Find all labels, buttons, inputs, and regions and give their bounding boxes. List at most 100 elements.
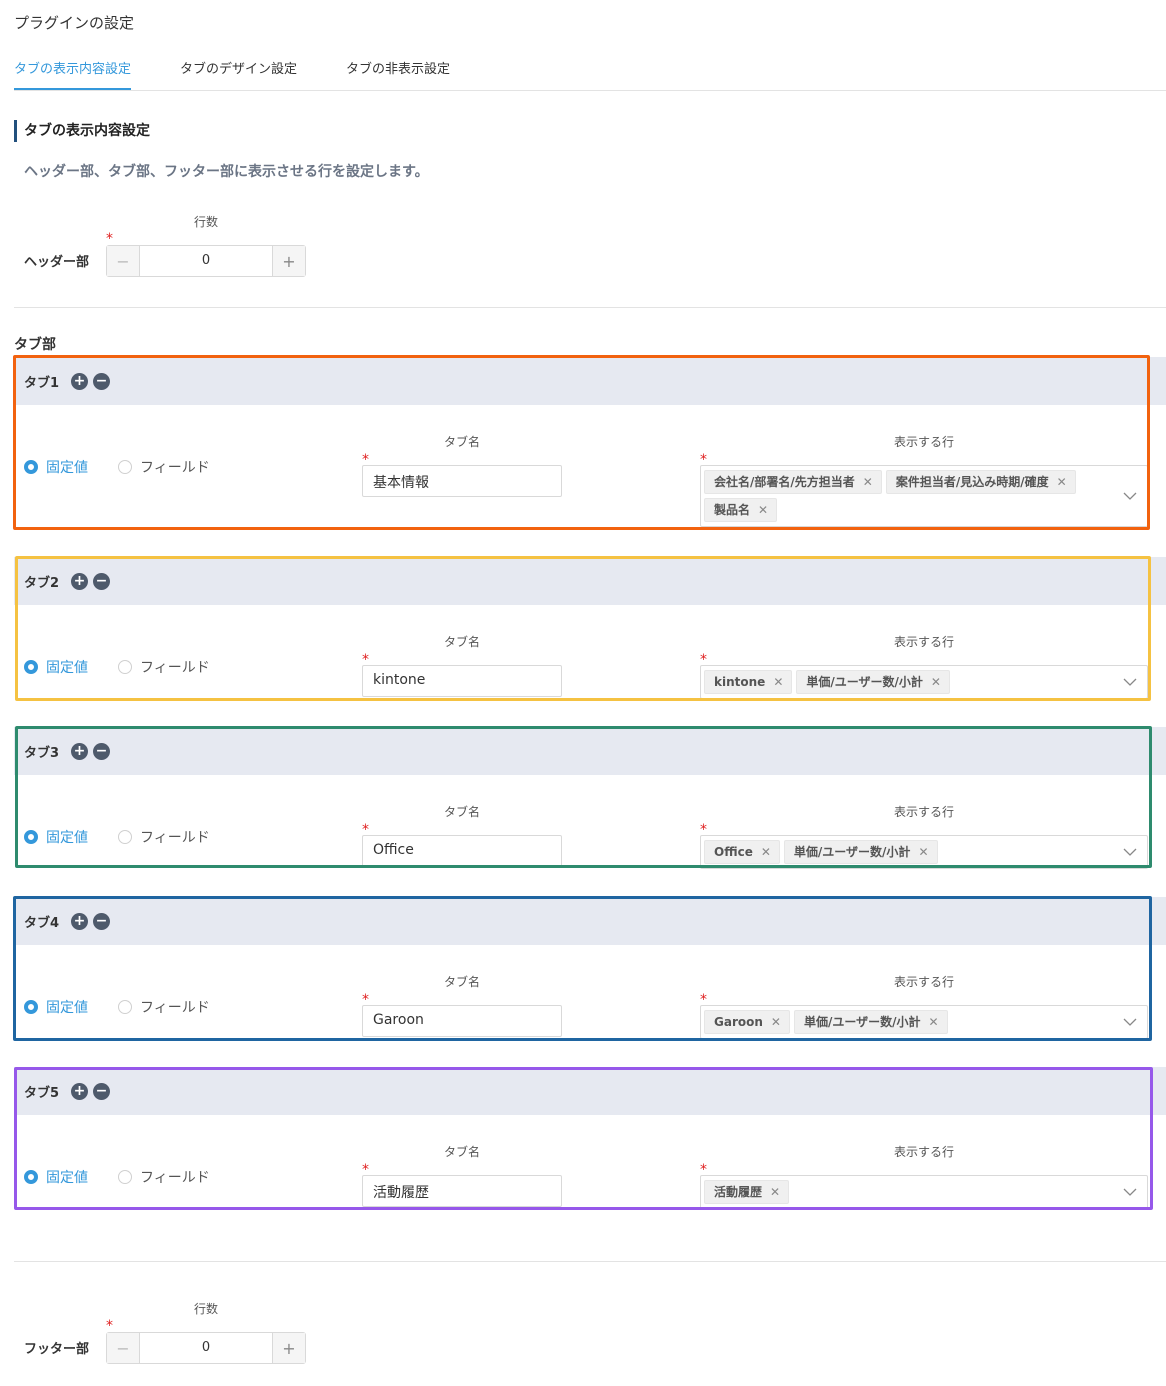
tab-card-title: タブ2 <box>24 576 60 591</box>
minus-circle-icon[interactable]: − <box>93 573 110 590</box>
chevron-down-icon[interactable] <box>1123 1015 1137 1029</box>
tab-design[interactable]: タブのデザイン設定 <box>180 60 297 90</box>
minus-circle-icon[interactable]: − <box>93 743 110 760</box>
chevron-down-icon[interactable] <box>1123 489 1137 503</box>
divider <box>14 307 1166 308</box>
footer-count-value[interactable]: 0 <box>140 1333 272 1363</box>
row-tag-label: kintone <box>714 675 766 689</box>
close-icon[interactable]: ✕ <box>773 671 783 693</box>
header-count-stepper: − 0 + <box>106 245 306 277</box>
display-rows-select[interactable]: 会社名/部署名/先方担当者 ✕ 案件担当者/見込み時期/確度 ✕ 製品名 ✕ <box>700 465 1148 527</box>
close-icon[interactable]: ✕ <box>761 841 771 863</box>
footer-part-label: フッター部 <box>24 1342 90 1357</box>
radio-label: 固定値 <box>46 460 88 476</box>
increment-button[interactable]: + <box>272 1333 305 1363</box>
tab-name-label: タブ名 <box>444 435 481 449</box>
radio-fixed-value[interactable]: 固定値 <box>24 457 88 477</box>
radio-fixed-value[interactable]: 固定値 <box>24 657 88 677</box>
radio-label: フィールド <box>140 660 210 676</box>
radio-field[interactable]: フィールド <box>118 827 210 847</box>
chevron-down-icon[interactable] <box>1123 845 1137 859</box>
header-count-label: 行数 <box>194 215 219 229</box>
plus-circle-icon[interactable]: + <box>71 573 88 590</box>
decrement-button[interactable]: − <box>107 246 140 276</box>
tab-name-label: タブ名 <box>444 975 481 989</box>
header-count-value[interactable]: 0 <box>140 246 272 276</box>
display-rows-select[interactable]: Garoon ✕ 単価/ユーザー数/小計 ✕ <box>700 1005 1148 1039</box>
radio-field[interactable]: フィールド <box>118 1167 210 1187</box>
row-tag: Garoon ✕ <box>704 1010 790 1034</box>
row-tag: 会社名/部署名/先方担当者 ✕ <box>704 470 882 494</box>
tab-card: タブ1 + − タブ名 表示する行 固定値 フィールド * 基本情報 * 会社名… <box>14 357 1166 529</box>
display-rows-select[interactable]: 活動履歴 ✕ <box>700 1175 1148 1209</box>
close-icon[interactable]: ✕ <box>1057 471 1067 493</box>
radio-label: 固定値 <box>46 660 88 676</box>
display-rows-select[interactable]: kintone ✕ 単価/ユーザー数/小計 ✕ <box>700 665 1148 699</box>
tab-card: タブ2 + − タブ名 表示する行 固定値 フィールド * kintone * … <box>14 557 1166 729</box>
display-rows-label: 表示する行 <box>894 635 955 649</box>
close-icon[interactable]: ✕ <box>770 1181 780 1203</box>
chevron-down-icon[interactable] <box>1123 675 1137 689</box>
radio-fixed-value[interactable]: 固定値 <box>24 1167 88 1187</box>
tab-name-input[interactable]: Office <box>362 835 562 867</box>
header-required-mark: * <box>106 231 113 247</box>
tab-hidden[interactable]: タブの非表示設定 <box>346 60 450 90</box>
radio-checked-icon <box>24 1000 38 1014</box>
radio-fixed-value[interactable]: 固定値 <box>24 997 88 1017</box>
display-rows-label: 表示する行 <box>894 1145 955 1159</box>
radio-label: フィールド <box>140 460 210 476</box>
plus-circle-icon[interactable]: + <box>71 373 88 390</box>
increment-button[interactable]: + <box>272 246 305 276</box>
tab-name-input[interactable]: 基本情報 <box>362 465 562 497</box>
tab-name-input[interactable]: 活動履歴 <box>362 1175 562 1207</box>
footer-count-stepper: − 0 + <box>106 1332 306 1364</box>
radio-checked-icon <box>24 830 38 844</box>
close-icon[interactable]: ✕ <box>931 671 941 693</box>
plus-circle-icon[interactable]: + <box>71 913 88 930</box>
minus-circle-icon[interactable]: − <box>93 913 110 930</box>
tab-card: タブ4 + − タブ名 表示する行 固定値 フィールド * Garoon * G… <box>14 897 1166 1069</box>
row-tag-label: Garoon <box>714 1015 763 1029</box>
radio-field[interactable]: フィールド <box>118 997 210 1017</box>
tab-display-content[interactable]: タブの表示内容設定 <box>14 60 132 90</box>
row-tag: 案件担当者/見込み時期/確度 ✕ <box>885 470 1076 494</box>
close-icon[interactable]: ✕ <box>758 499 768 521</box>
divider <box>14 1261 1166 1262</box>
settings-tabs: タブの表示内容設定 タブのデザイン設定 タブの非表示設定 <box>14 60 1166 91</box>
plus-circle-icon[interactable]: + <box>71 743 88 760</box>
tab-name-label: タブ名 <box>444 1145 481 1159</box>
minus-circle-icon[interactable]: − <box>93 1083 110 1100</box>
plus-circle-icon[interactable]: + <box>71 1083 88 1100</box>
tab-card-title: タブ5 <box>24 1086 60 1101</box>
tab-name-input[interactable]: Garoon <box>362 1005 562 1037</box>
close-icon[interactable]: ✕ <box>863 471 873 493</box>
radio-label: 固定値 <box>46 1000 88 1016</box>
radio-checked-icon <box>24 460 38 474</box>
tab-card-title: タブ3 <box>24 746 60 761</box>
radio-unchecked-icon <box>118 660 132 674</box>
tab-name-input[interactable]: kintone <box>362 665 562 697</box>
page-title: プラグインの設定 <box>14 14 135 32</box>
footer-count-label: 行数 <box>194 1302 219 1316</box>
radio-label: フィールド <box>140 1000 210 1016</box>
display-rows-select[interactable]: Office ✕ 単価/ユーザー数/小計 ✕ <box>700 835 1148 869</box>
tab-card-header: タブ1 + − <box>14 357 1166 405</box>
radio-field[interactable]: フィールド <box>118 657 210 677</box>
row-tag-label: Office <box>714 845 753 859</box>
radio-label: フィールド <box>140 830 210 846</box>
radio-fixed-value[interactable]: 固定値 <box>24 827 88 847</box>
decrement-button[interactable]: − <box>107 1333 140 1363</box>
display-rows-label: 表示する行 <box>894 435 955 449</box>
close-icon[interactable]: ✕ <box>929 1011 939 1033</box>
row-tag-label: 単価/ユーザー数/小計 <box>806 675 923 689</box>
radio-unchecked-icon <box>118 1000 132 1014</box>
tab-card-header: タブ4 + − <box>14 897 1166 945</box>
footer-required-mark: * <box>106 1318 113 1334</box>
chevron-down-icon[interactable] <box>1123 1185 1137 1199</box>
tab-card-header: タブ2 + − <box>14 557 1166 605</box>
radio-field[interactable]: フィールド <box>118 457 210 477</box>
close-icon[interactable]: ✕ <box>918 841 928 863</box>
minus-circle-icon[interactable]: − <box>93 373 110 390</box>
tab-name-label: タブ名 <box>444 805 481 819</box>
close-icon[interactable]: ✕ <box>771 1011 781 1033</box>
